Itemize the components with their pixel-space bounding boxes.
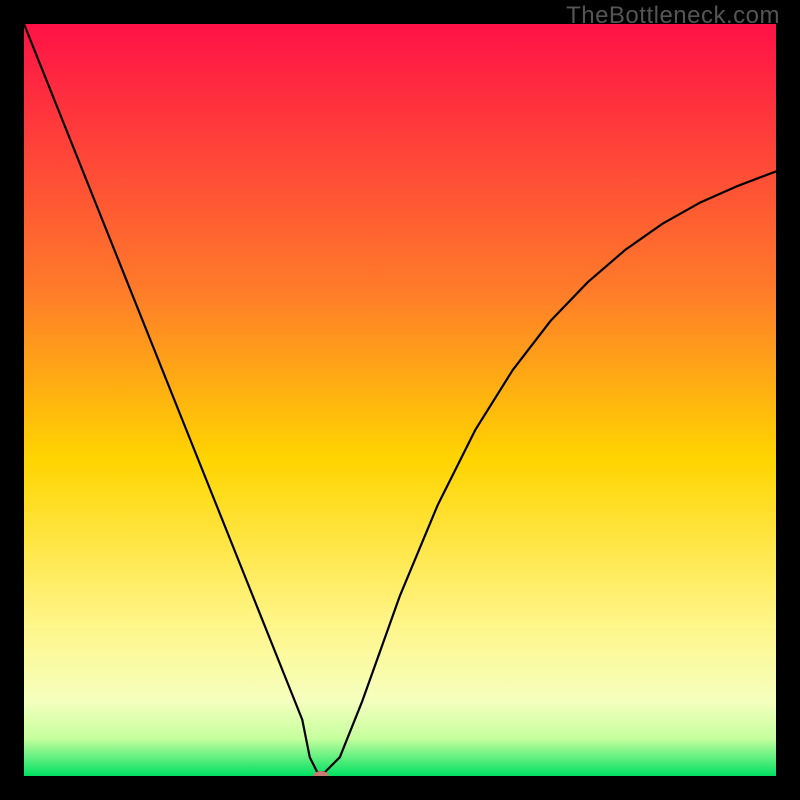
gradient-background: [24, 24, 776, 776]
watermark-text: TheBottleneck.com: [566, 2, 780, 30]
chart-svg: [24, 24, 776, 776]
chart-frame: TheBottleneck.com: [0, 0, 800, 800]
